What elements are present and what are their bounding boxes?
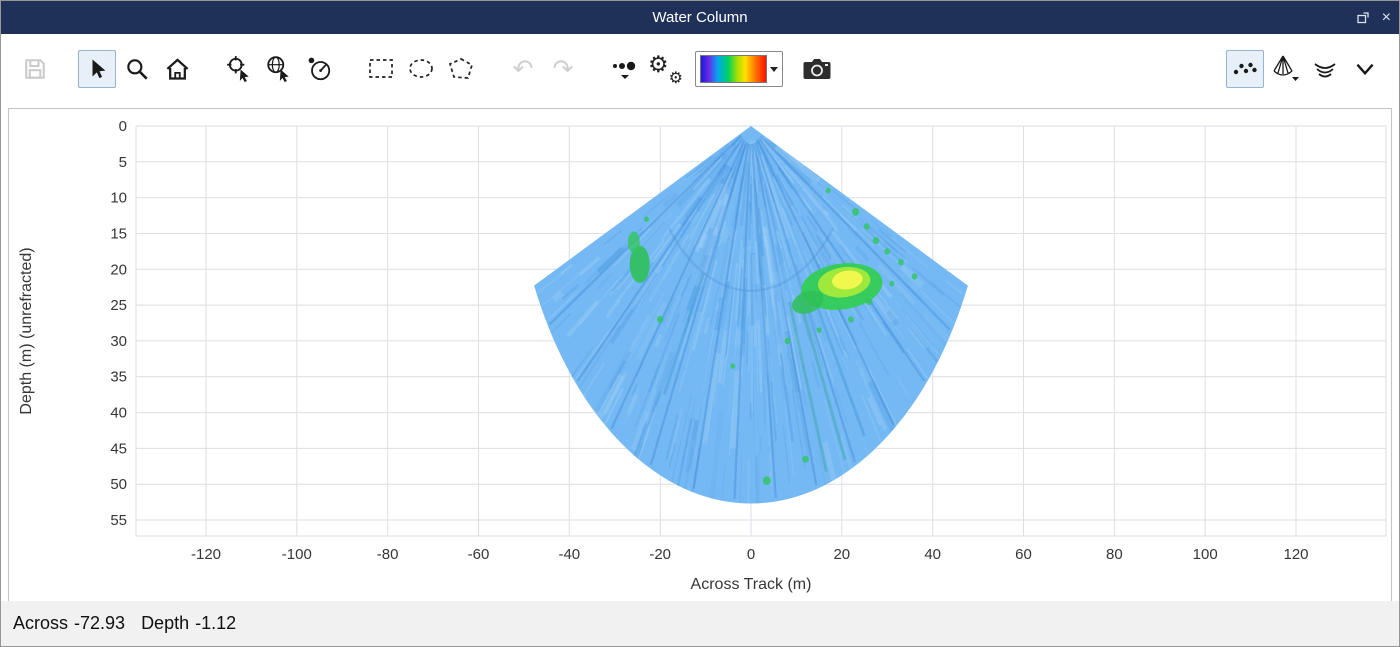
- svg-text:80: 80: [1106, 546, 1123, 563]
- float-icon: [1356, 11, 1370, 25]
- svg-text:15: 15: [110, 226, 127, 243]
- svg-text:-80: -80: [377, 546, 399, 563]
- stacked-arcs-icon: [1311, 56, 1339, 82]
- svg-text:20: 20: [110, 261, 127, 278]
- home-icon: [164, 56, 191, 83]
- toolbar: ↶ ↷ ⚙ ⚙: [1, 34, 1399, 104]
- home-view-button[interactable]: [158, 50, 196, 88]
- view-points-button[interactable]: [1226, 50, 1264, 88]
- y-axis-label: Depth (m) (unrefracted): [18, 247, 35, 414]
- redo-button[interactable]: ↷: [544, 50, 582, 88]
- toolbar-right-group: [1225, 50, 1385, 88]
- measure-button[interactable]: [300, 50, 338, 88]
- dots-dropdown-icon: [610, 54, 640, 84]
- water-column-view[interactable]: 0 5 10 15 20 25 30 35 40 45 50 55 -120 -100 -80 -60 -40 -…: [8, 108, 1392, 602]
- across-value: -72.93: [74, 613, 125, 634]
- globe-cursor-icon: [265, 55, 293, 83]
- svg-text:100: 100: [1193, 546, 1218, 563]
- point-display-options-button[interactable]: [606, 50, 644, 88]
- svg-text:0: 0: [119, 118, 127, 135]
- save-button[interactable]: [16, 50, 54, 88]
- svg-text:0: 0: [747, 546, 755, 563]
- dashed-ellipse-icon: [407, 56, 435, 82]
- svg-text:20: 20: [833, 546, 850, 563]
- crosshair-cursor-icon: [225, 55, 253, 83]
- measure-icon: [305, 55, 333, 83]
- dashed-rectangle-icon: [367, 56, 395, 82]
- svg-text:40: 40: [110, 405, 127, 422]
- window-title: Water Column: [652, 9, 747, 26]
- svg-text:55: 55: [110, 512, 127, 529]
- undo-icon: ↶: [513, 57, 534, 82]
- dashed-polygon-icon: [447, 56, 475, 82]
- close-window-button[interactable]: ×: [1382, 10, 1391, 26]
- magnifier-icon: [124, 56, 150, 82]
- select-polygon-button[interactable]: [442, 50, 480, 88]
- zoom-button[interactable]: [118, 50, 156, 88]
- water-column-window: Water Column ×: [0, 0, 1400, 647]
- camera-icon: [802, 56, 832, 82]
- float-window-button[interactable]: [1356, 11, 1370, 25]
- svg-text:40: 40: [924, 546, 941, 563]
- fan-dropdown-icon: [1269, 54, 1301, 84]
- cursor-arrow-icon: [85, 57, 109, 81]
- undo-button[interactable]: ↶: [504, 50, 542, 88]
- svg-text:5: 5: [119, 154, 127, 171]
- chevron-down-icon: [770, 67, 778, 72]
- statusbar: Across -72.93 Depth -1.12: [1, 601, 1399, 646]
- snapshot-button[interactable]: [798, 50, 836, 88]
- settings-button[interactable]: ⚙ ⚙: [646, 50, 684, 88]
- save-icon: [21, 55, 49, 83]
- svg-text:-100: -100: [282, 546, 312, 563]
- target-target-left-upper: [628, 231, 640, 252]
- view-fan-button[interactable]: [1266, 50, 1304, 88]
- more-tools-button[interactable]: [1346, 50, 1384, 88]
- svg-text:-20: -20: [649, 546, 671, 563]
- depth-value: -1.12: [195, 613, 236, 634]
- scatter-dots-icon: [1231, 57, 1259, 81]
- select-ellipse-button[interactable]: [402, 50, 440, 88]
- pick-point-button[interactable]: [220, 50, 258, 88]
- svg-text:10: 10: [110, 190, 127, 207]
- titlebar[interactable]: Water Column ×: [1, 1, 1399, 34]
- svg-text:120: 120: [1283, 546, 1308, 563]
- svg-text:50: 50: [110, 476, 127, 493]
- colormap-select[interactable]: [695, 51, 783, 87]
- svg-text:-40: -40: [558, 546, 580, 563]
- colormap-swatch-icon: [700, 55, 767, 83]
- across-label: Across: [13, 613, 68, 634]
- close-icon: ×: [1382, 10, 1391, 26]
- svg-text:25: 25: [110, 297, 127, 314]
- svg-text:30: 30: [110, 333, 127, 350]
- svg-text:-120: -120: [191, 546, 221, 563]
- x-axis-label: Across Track (m): [691, 576, 812, 593]
- chevron-down-icon: [1352, 56, 1378, 82]
- svg-text:60: 60: [1015, 546, 1032, 563]
- select-cursor-button[interactable]: [78, 50, 116, 88]
- svg-text:-60: -60: [468, 546, 490, 563]
- redo-icon: ↷: [553, 57, 574, 82]
- window-controls: ×: [1356, 1, 1391, 34]
- svg-text:35: 35: [110, 369, 127, 386]
- gears-icon: ⚙ ⚙: [650, 54, 680, 84]
- pick-geographic-button[interactable]: [260, 50, 298, 88]
- select-rectangle-button[interactable]: [362, 50, 400, 88]
- plot-svg[interactable]: 0 5 10 15 20 25 30 35 40 45 50 55 -120 -100 -80 -60 -40 -…: [9, 109, 1391, 601]
- svg-text:45: 45: [110, 440, 127, 457]
- depth-label: Depth: [141, 613, 189, 634]
- view-stacked-button[interactable]: [1306, 50, 1344, 88]
